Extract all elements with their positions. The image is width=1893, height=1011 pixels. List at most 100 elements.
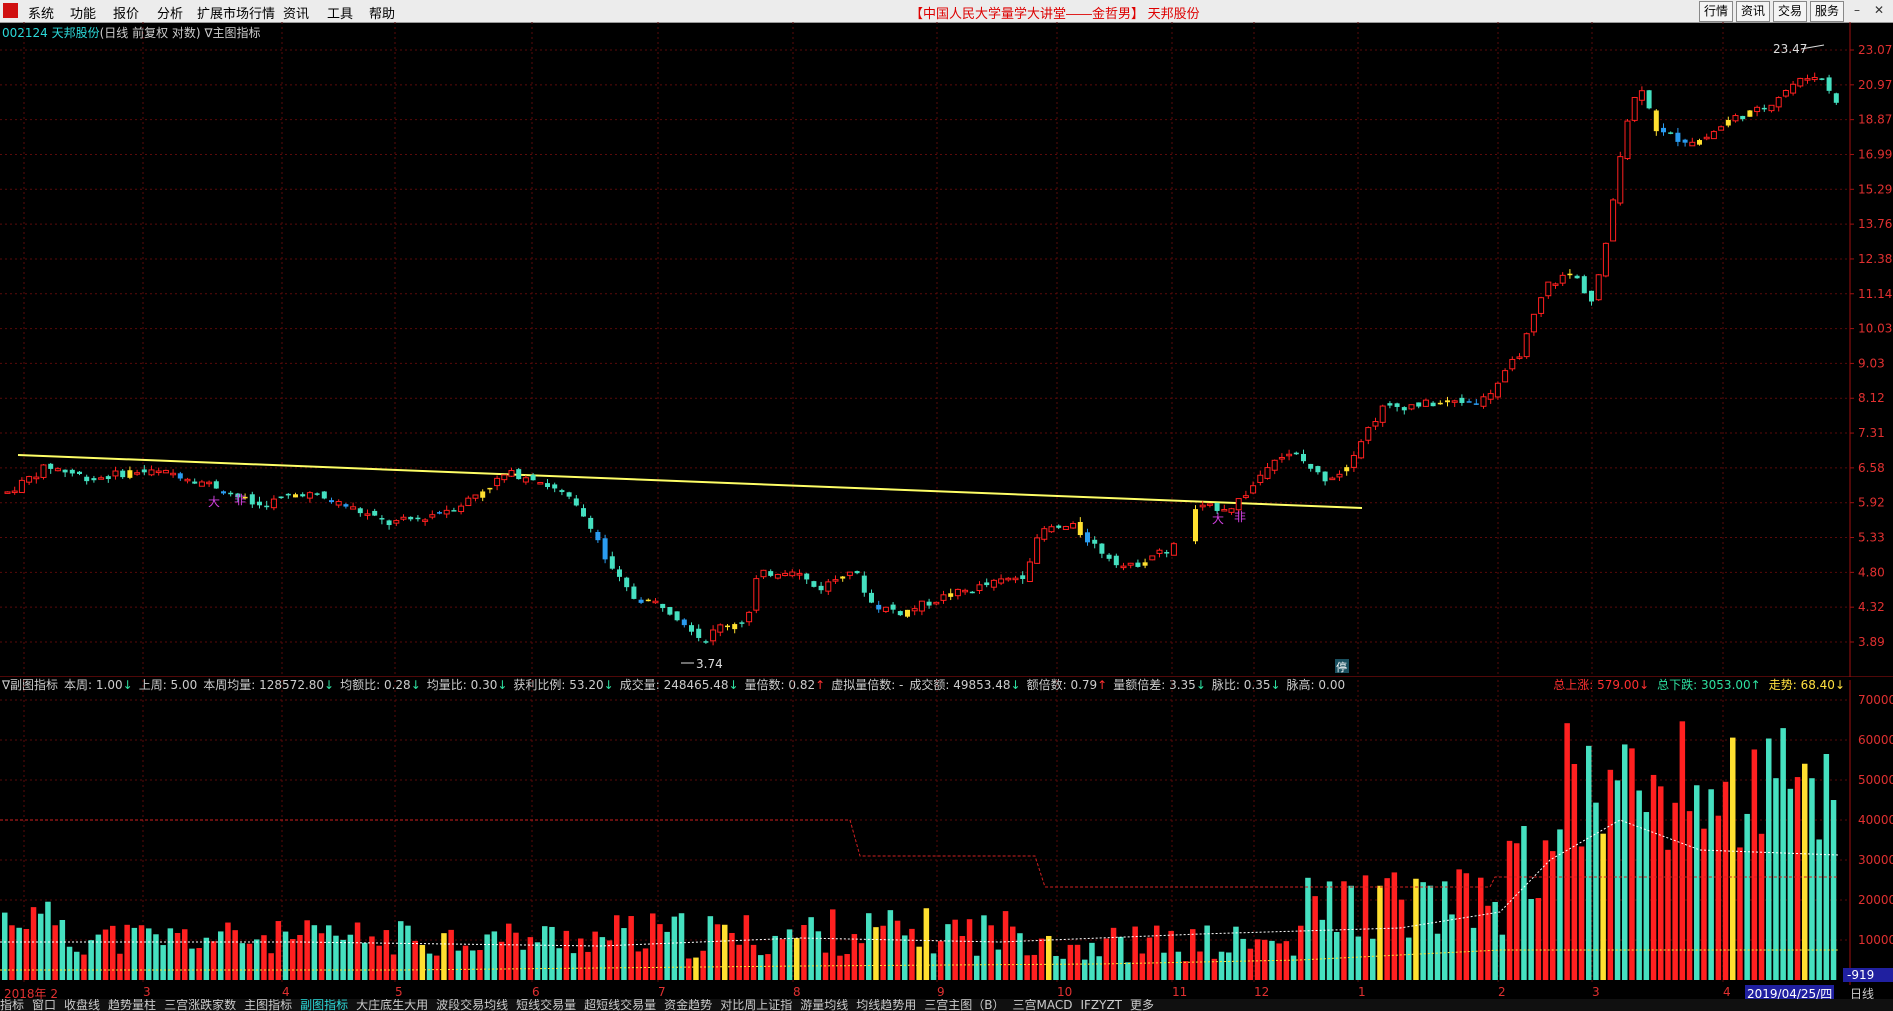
menu-news[interactable]: 资讯 — [283, 3, 309, 22]
bottom-tab[interactable]: IFZYZT — [1080, 999, 1122, 1011]
volume-bar — [491, 931, 498, 980]
volume-bar — [1168, 930, 1174, 980]
bottom-tab[interactable]: 对比周上证指 — [720, 999, 792, 1011]
bottom-tab[interactable]: 收盘线 — [64, 999, 100, 1011]
volume-bar — [1067, 944, 1074, 980]
volume-bar — [1564, 723, 1570, 980]
volume-bar — [945, 924, 951, 980]
volume-bar — [527, 937, 534, 980]
candle-body — [948, 593, 954, 597]
candle-body — [1682, 139, 1688, 143]
bottom-tab[interactable]: 资金趋势 — [664, 999, 712, 1011]
menu-extended-market[interactable]: 扩展市场行情 — [197, 3, 275, 22]
bottom-tab[interactable]: 均线趋势用 — [856, 999, 916, 1011]
candle-body — [732, 624, 738, 630]
bottom-tab[interactable]: 窗口 — [32, 999, 56, 1011]
menu-help[interactable]: 帮助 — [369, 3, 395, 22]
service-button[interactable]: 服务 — [1810, 1, 1845, 22]
price-tick: 15.29 — [1858, 182, 1892, 196]
volume-bar — [1413, 878, 1419, 980]
candles — [4, 72, 1839, 646]
candle-body — [1350, 454, 1357, 468]
bottom-tab[interactable]: 三宫MACD — [1012, 999, 1072, 1011]
volume-bar — [1218, 951, 1225, 980]
volume-chart[interactable]: 70000 60000 50000 40000 30000 20000 10000 -919 — [0, 680, 1893, 985]
bottom-tab[interactable]: 短线交易量 — [516, 999, 576, 1011]
volume-bar — [693, 957, 699, 980]
candle-body — [48, 463, 54, 469]
bottom-tab[interactable]: 波段交易均线 — [436, 999, 508, 1011]
volume-bar — [30, 907, 37, 980]
volume-bar — [1586, 745, 1592, 980]
candle-body — [300, 494, 306, 497]
main-indicator-toggle[interactable]: ∇主图指标 — [204, 26, 260, 40]
app-logo[interactable] — [3, 3, 18, 18]
menu-quote[interactable]: 报价 — [113, 3, 139, 22]
volume-bar — [563, 930, 570, 980]
candle-body — [1387, 403, 1393, 406]
volume-bar — [520, 949, 526, 980]
menu-system[interactable]: 系统 — [28, 3, 54, 22]
volume-bar — [880, 925, 886, 980]
volume-bar — [909, 928, 915, 980]
volume-bar — [1528, 899, 1534, 980]
volume-bar — [808, 917, 814, 980]
news-button[interactable]: 资讯 — [1736, 1, 1771, 22]
volume-bar — [462, 945, 469, 980]
candle-body — [40, 464, 47, 478]
volume-bar — [354, 922, 361, 980]
volume-bar — [1521, 826, 1527, 980]
volume-bar — [239, 943, 246, 980]
volume-bar — [455, 950, 462, 980]
bottom-tab[interactable]: 三宫涨跌家数 — [164, 999, 236, 1011]
minimize-icon[interactable]: – — [1848, 2, 1866, 18]
candle-body — [832, 579, 839, 582]
candle-body — [1718, 126, 1725, 131]
volume-bar — [930, 953, 937, 980]
candle-body — [228, 492, 234, 495]
candle-body — [278, 496, 284, 499]
candle-body — [782, 572, 789, 577]
volume-tick: 30000 — [1858, 853, 1893, 867]
volume-bar — [477, 950, 483, 980]
bottom-tab[interactable]: 超短线交易量 — [584, 999, 656, 1011]
stock-code-name[interactable]: 002124 天邦股份 — [2, 26, 100, 40]
candle-body — [918, 600, 925, 612]
price-tick: 16.99 — [1858, 147, 1892, 161]
volume-bar — [1348, 885, 1354, 980]
volume-bar — [376, 945, 382, 980]
menu-tools[interactable]: 工具 — [327, 3, 353, 22]
bottom-tab[interactable]: 三宫主图（B） — [924, 999, 1004, 1011]
bottom-tab[interactable]: 更多 — [1130, 999, 1154, 1011]
candle-body — [162, 469, 169, 474]
candle-body — [998, 578, 1005, 584]
candle-body — [1092, 539, 1098, 544]
candle-body — [1344, 467, 1350, 472]
trade-button[interactable]: 交易 — [1773, 1, 1808, 22]
volume-bar — [1074, 944, 1081, 980]
bottom-tab[interactable]: 副图指标 — [300, 999, 348, 1011]
bottom-tab[interactable]: 趋势量柱 — [108, 999, 156, 1011]
volume-bar — [578, 938, 584, 980]
close-icon[interactable]: ✕ — [1870, 2, 1888, 18]
volume-bar — [419, 944, 426, 980]
candle-body — [293, 494, 298, 498]
volume-bar — [1341, 881, 1347, 980]
candle-body — [1048, 526, 1055, 533]
annotation-fei-1: 非 — [234, 493, 246, 507]
candle-body — [1301, 454, 1306, 462]
menu-analysis[interactable]: 分析 — [157, 3, 183, 22]
bottom-tab[interactable]: 主图指标 — [244, 999, 292, 1011]
candle-body — [1372, 421, 1379, 427]
bottom-tab[interactable]: 指标 — [0, 999, 24, 1011]
candle-body — [1085, 532, 1090, 543]
bottom-tab[interactable]: 大庄底生大用 — [356, 999, 428, 1011]
date-label: 4 — [1723, 985, 1731, 999]
candle-body — [1754, 106, 1761, 113]
bottom-tab[interactable]: 游量均线 — [800, 999, 848, 1011]
candle-body — [270, 498, 277, 509]
candle-body — [1653, 110, 1659, 132]
quote-button[interactable]: 行情 — [1699, 1, 1734, 22]
candlestick-chart[interactable]: 23.07 20.97 18.87 16.99 15.29 13.76 12.38 11.14… — [0, 22, 1893, 677]
menu-function[interactable]: 功能 — [70, 3, 96, 22]
